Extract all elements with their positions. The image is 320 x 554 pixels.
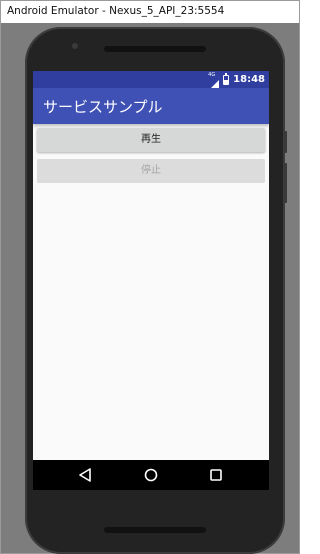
power-button[interactable] <box>284 131 287 153</box>
window-title-bar[interactable]: Android Emulator - Nexus_5_API_23:5554 <box>1 1 299 23</box>
bottom-speaker <box>104 527 206 533</box>
status-bar: 4G 18:48 <box>33 71 269 90</box>
app-title: サービスサンプル <box>43 98 163 116</box>
battery-icon <box>223 72 230 85</box>
window-title: Android Emulator - Nexus_5_API_23:5554 <box>7 5 225 17</box>
volume-button[interactable] <box>284 163 287 203</box>
front-camera-icon <box>72 43 78 49</box>
signal-icon: 4G <box>208 71 220 90</box>
home-icon[interactable] <box>143 467 159 483</box>
app-toolbar: サービスサンプル <box>33 88 269 124</box>
stop-button[interactable]: 停止 <box>37 159 265 183</box>
emulator-window: Android Emulator - Nexus_5_API_23:5554 4… <box>0 0 300 554</box>
device-screen: 4G 18:48 サービスサンプル 再生 停止 <box>33 71 269 490</box>
play-button[interactable]: 再生 <box>37 128 265 152</box>
status-clock: 18:48 <box>233 74 265 85</box>
recent-apps-icon[interactable] <box>208 467 224 483</box>
top-speaker <box>104 46 206 52</box>
back-icon[interactable] <box>77 467 93 483</box>
navigation-bar <box>33 460 269 490</box>
status-icons: 4G 18:48 <box>208 71 265 90</box>
network-type: 4G <box>208 71 216 78</box>
